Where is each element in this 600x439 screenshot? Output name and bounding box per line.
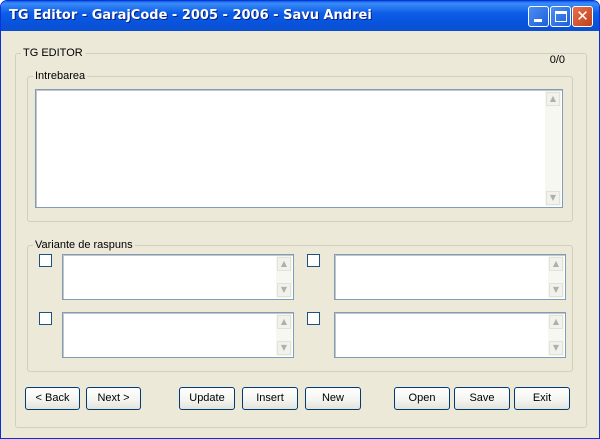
scroll-up-arrow-icon[interactable]: ▲ [549, 315, 563, 329]
maximize-button[interactable] [550, 6, 571, 27]
close-button[interactable]: ✕ [572, 6, 593, 27]
scroll-up-arrow-icon[interactable]: ▲ [546, 92, 560, 106]
answer-4-checkbox[interactable] [307, 312, 320, 325]
title-bar[interactable]: TG Editor - GarajCode - 2005 - 2006 - Sa… [1, 1, 599, 31]
question-counter: 0/0 [549, 54, 565, 66]
scroll-down-arrow-icon[interactable]: ▼ [277, 283, 291, 297]
minimize-button[interactable] [528, 6, 549, 27]
answer-4-textarea[interactable]: ▲ ▼ [334, 312, 566, 358]
answer-3-textarea[interactable]: ▲ ▼ [62, 312, 294, 358]
answer-3-scrollbar[interactable]: ▲ ▼ [276, 314, 292, 356]
answer-3-checkbox[interactable] [39, 312, 52, 325]
answer-2-textarea[interactable]: ▲ ▼ [334, 254, 566, 300]
update-button[interactable]: Update [179, 387, 235, 410]
scroll-down-arrow-icon[interactable]: ▼ [549, 283, 563, 297]
answers-legend: Variante de raspuns [35, 239, 133, 251]
question-textarea[interactable]: ▲ ▼ [35, 89, 563, 208]
tg-editor-legend: TG EDITOR [23, 47, 83, 59]
save-button[interactable]: Save [454, 387, 510, 410]
question-scrollbar[interactable]: ▲ ▼ [545, 91, 561, 206]
maximize-icon [555, 11, 567, 22]
scroll-up-arrow-icon[interactable]: ▲ [277, 257, 291, 271]
question-legend: Intrebarea [35, 70, 86, 82]
exit-button[interactable]: Exit [514, 387, 570, 410]
scroll-up-arrow-icon[interactable]: ▲ [277, 315, 291, 329]
scroll-down-arrow-icon[interactable]: ▼ [277, 341, 291, 355]
answer-1-scrollbar[interactable]: ▲ ▼ [276, 256, 292, 298]
new-button[interactable]: New [305, 387, 361, 410]
answer-1-textarea[interactable]: ▲ ▼ [62, 254, 294, 300]
open-button[interactable]: Open [394, 387, 450, 410]
answer-2-scrollbar[interactable]: ▲ ▼ [548, 256, 564, 298]
next-button[interactable]: Next > [86, 387, 141, 410]
back-button[interactable]: < Back [25, 387, 80, 410]
answer-1-checkbox[interactable] [39, 254, 52, 267]
insert-button[interactable]: Insert [242, 387, 298, 410]
close-icon: ✕ [576, 7, 589, 25]
scroll-up-arrow-icon[interactable]: ▲ [549, 257, 563, 271]
answer-4-scrollbar[interactable]: ▲ ▼ [548, 314, 564, 356]
app-window: TG Editor - GarajCode - 2005 - 2006 - Sa… [0, 0, 600, 439]
window-title: TG Editor - GarajCode - 2005 - 2006 - Sa… [9, 8, 372, 23]
scroll-down-arrow-icon[interactable]: ▼ [546, 191, 560, 205]
answer-2-checkbox[interactable] [307, 254, 320, 267]
minimize-icon [534, 19, 542, 22]
scroll-down-arrow-icon[interactable]: ▼ [549, 341, 563, 355]
